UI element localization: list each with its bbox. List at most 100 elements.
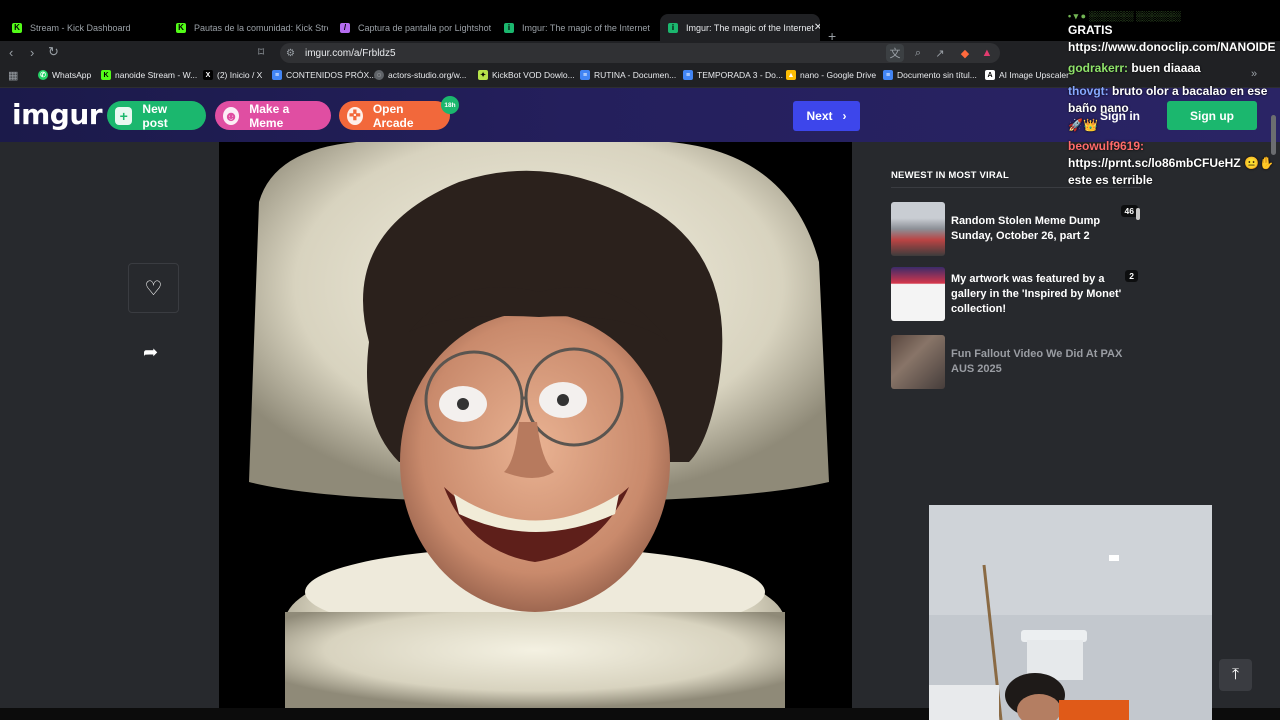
sidebar-title: NEWEST IN MOST VIRAL xyxy=(891,170,1009,181)
tab-label: Pautas de la comunidad: Kick Stream xyxy=(194,22,328,33)
kick-icon: K xyxy=(176,22,186,33)
tab-kick-dashboard[interactable]: K Stream - Kick Dashboard xyxy=(4,14,164,41)
new-post-label: New post xyxy=(142,101,168,130)
bookmark-page-icon[interactable]: ⌑ xyxy=(258,45,264,59)
scroll-to-top-button[interactable]: ⤒ xyxy=(1219,659,1252,691)
bookmark-rutina[interactable]: ≡ RUTINA - Documen... xyxy=(580,70,676,80)
bookmark-label: WhatsApp xyxy=(52,70,92,80)
make-meme-button[interactable]: ☻ Make a Meme xyxy=(215,101,331,130)
tab-label: Imgur: The magic of the Internet xyxy=(522,22,650,33)
viral-post-item[interactable]: Fun Fallout Video We Did At PAX AUS 2025 xyxy=(891,335,1141,389)
chat-username: thovgt: xyxy=(1068,84,1109,98)
toilet-face-illustration xyxy=(219,142,852,708)
docs-icon: ≡ xyxy=(883,70,893,80)
docs-icon: ≡ xyxy=(580,70,590,80)
apps-grid-icon[interactable]: ▦ xyxy=(8,69,18,82)
bookmark-label: TEMPORADA 3 - Do... xyxy=(697,70,783,80)
bookmark-temporada[interactable]: ≡ TEMPORADA 3 - Do... xyxy=(683,70,783,80)
webcam-overlay xyxy=(929,505,1212,720)
chat-partial-line: • ▾ ● ░░░░░░░ ░░░░░░░ xyxy=(1068,11,1181,21)
new-post-button[interactable]: + New post xyxy=(107,101,206,130)
upscaler-icon: A xyxy=(985,70,995,80)
bookmark-contenidos[interactable]: ≡ CONTENIDOS PRÓX... xyxy=(272,70,376,80)
bookmark-label: CONTENIDOS PRÓX... xyxy=(286,70,377,80)
bookmark-kickbot[interactable]: ✦ KickBot VOD Dowlo... xyxy=(478,70,575,80)
bookmark-label: Documento sin títul... xyxy=(897,70,977,80)
imgur-icon: i xyxy=(668,22,678,33)
kick-icon: K xyxy=(12,22,22,33)
bookmark-label: RUTINA - Documen... xyxy=(594,70,677,80)
sidebar-scrollbar[interactable] xyxy=(1136,208,1140,220)
viral-post-title: My artwork was featured by a gallery in … xyxy=(951,273,1122,315)
chat-text: buen diaaaa xyxy=(1128,61,1201,75)
viral-post-title: Fun Fallout Video We Did At PAX AUS 2025 xyxy=(951,348,1123,375)
tab-lightshot[interactable]: / Captura de pantalla por Lightshot xyxy=(332,14,492,41)
x-icon: X xyxy=(203,70,213,80)
lightshot-icon: / xyxy=(340,22,350,33)
share-icon[interactable]: ↗ xyxy=(931,44,949,62)
next-button[interactable]: Next › xyxy=(793,101,860,131)
chat-text: https://prnt.sc/lo86mbCFUeHZ 😐✋ este es … xyxy=(1068,156,1274,187)
docs-icon: ≡ xyxy=(683,70,693,80)
close-tab-icon[interactable]: ✕ xyxy=(814,22,820,33)
viral-post-thumbnail xyxy=(891,267,945,321)
bookmark-ai-upscaler[interactable]: A AI Image Upscaler xyxy=(985,70,1069,80)
site-info-icon[interactable]: ⚙ xyxy=(286,48,295,59)
bookmark-google-drive[interactable]: ▲ nano - Google Drive xyxy=(786,70,876,80)
tab-kick-community[interactable]: K Pautas de la comunidad: Kick Stream xyxy=(168,14,328,41)
chat-username: godrakerr: xyxy=(1068,61,1129,75)
docs-icon: ≡ xyxy=(272,70,282,80)
viral-post-title: Random Stolen Meme Dump Sunday, October … xyxy=(951,215,1101,242)
open-arcade-label: Open Arcade xyxy=(372,101,414,130)
arcade-timer-badge: 18h xyxy=(441,96,459,114)
screen: K Stream - Kick Dashboard K Pautas de la… xyxy=(0,0,1280,720)
arrow-up-icon: ⤒ xyxy=(1231,666,1240,683)
next-label: Next xyxy=(806,109,833,123)
drive-icon: ▲ xyxy=(786,70,796,80)
bookmark-label: nanoide Stream - W... xyxy=(115,70,198,80)
stream-chat-overlay: • ▾ ● ░░░░░░░ ░░░░░░░ GRATIS https://www… xyxy=(1068,10,1280,189)
brave-shield-icon[interactable]: ◆ xyxy=(956,44,974,62)
bookmark-documento[interactable]: ≡ Documento sin títul... xyxy=(883,70,977,80)
bookmark-actors-studio[interactable]: ◌ actors-studio.org/w... xyxy=(374,70,466,80)
chat-message: godrakerr: buen diaaaa xyxy=(1068,60,1280,77)
zoom-icon[interactable]: ⌕ xyxy=(909,44,927,62)
tab-label: Imgur: The magic of the Internet xyxy=(686,22,814,33)
imgur-logo[interactable]: imgur xyxy=(12,98,103,131)
bookmark-nanoide-stream[interactable]: Knanoide Stream - W... xyxy=(101,70,197,80)
webcam-feed xyxy=(929,505,1212,720)
imgur-icon: i xyxy=(504,22,514,33)
viral-post-item[interactable]: 2 My artwork was featured by a gallery i… xyxy=(891,267,1141,321)
whatsapp-icon: ✆ xyxy=(38,70,48,80)
bookmark-whatsapp[interactable]: ✆ WhatsApp xyxy=(38,70,91,80)
chat-message: beowulf9619: https://prnt.sc/lo86mbCFUeH… xyxy=(1068,138,1280,189)
bookmark-x[interactable]: X (2) Inicio / X xyxy=(203,70,262,80)
brave-rewards-icon[interactable]: ▲ xyxy=(978,44,996,62)
favorite-button[interactable]: ♡ xyxy=(128,263,179,313)
chat-emotes: 🚀👑 xyxy=(1068,118,1098,132)
post-image xyxy=(219,142,852,708)
viral-post-item[interactable]: 46 Random Stolen Meme Dump Sunday, Octob… xyxy=(891,202,1141,256)
tab-imgur-active[interactable]: i Imgur: The magic of the Internet ✕ xyxy=(660,14,820,41)
reload-icon[interactable]: ↻ xyxy=(48,44,59,60)
tab-imgur-1[interactable]: i Imgur: The magic of the Internet xyxy=(496,14,656,41)
open-arcade-button[interactable]: ✜ Open Arcade xyxy=(339,101,450,130)
translate-icon[interactable]: 文 xyxy=(886,44,904,62)
globe-icon: ◌ xyxy=(374,70,384,80)
plus-icon: + xyxy=(115,106,133,125)
back-icon[interactable]: ‹ xyxy=(9,45,13,60)
bookmark-label: AI Image Upscaler xyxy=(999,70,1069,80)
share-arrow-icon[interactable]: ➦ xyxy=(143,342,158,363)
chat-line: https://www.donoclip.com/NANOIDE xyxy=(1068,40,1276,54)
bookmark-label: nano - Google Drive xyxy=(800,70,877,80)
make-meme-label: Make a Meme xyxy=(249,101,290,130)
tab-label: Stream - Kick Dashboard xyxy=(30,22,131,33)
bookmark-label: actors-studio.org/w... xyxy=(388,70,467,80)
forward-icon[interactable]: › xyxy=(30,45,34,60)
meme-face-icon: ☻ xyxy=(223,106,240,125)
kick-icon: K xyxy=(101,70,111,80)
kickbot-icon: ✦ xyxy=(478,70,488,80)
viral-post-thumbnail xyxy=(891,335,945,389)
chat-username: beowulf9619: xyxy=(1068,139,1145,153)
chat-line: GRATIS xyxy=(1068,23,1113,37)
